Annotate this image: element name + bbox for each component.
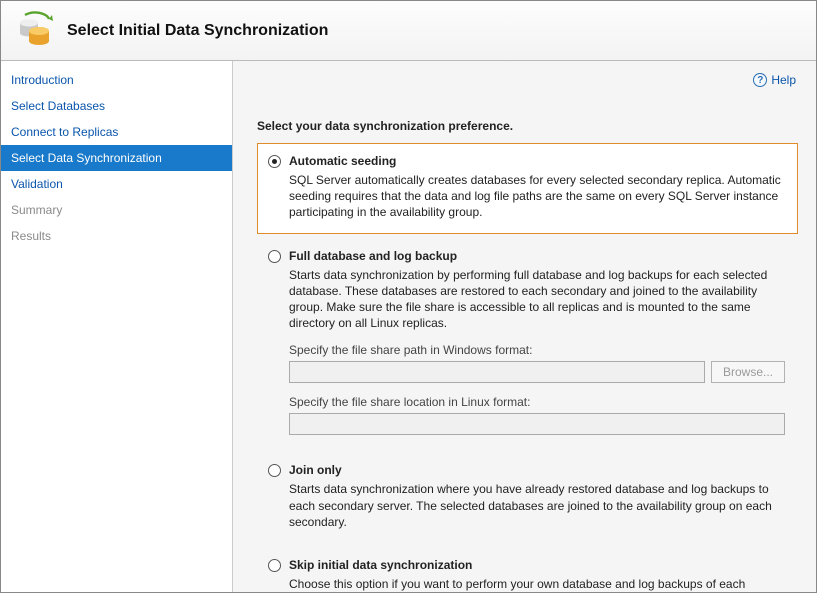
option-skip-sync: Skip initial data synchronization Choose… (257, 547, 798, 592)
linux-path-input[interactable] (289, 413, 785, 435)
help-link[interactable]: ? Help (753, 73, 796, 87)
step-validation[interactable]: Validation (1, 171, 232, 197)
database-sync-icon (15, 9, 55, 52)
option-automatic-seeding: Automatic seeding SQL Server automatical… (257, 143, 798, 234)
wizard-header: Select Initial Data Synchronization (1, 1, 816, 61)
help-label: Help (771, 73, 796, 87)
step-select-databases[interactable]: Select Databases (1, 93, 232, 119)
help-icon: ? (753, 73, 767, 87)
windows-path-input[interactable] (289, 361, 705, 383)
option-full-backup: Full database and log backup Starts data… (257, 238, 798, 449)
sync-preference-prompt: Select your data synchronization prefere… (257, 119, 798, 133)
step-summary: Summary (1, 197, 232, 223)
option-desc-join-only: Starts data synchronization where you ha… (289, 481, 785, 530)
browse-button[interactable]: Browse... (711, 361, 785, 383)
option-title-full-backup[interactable]: Full database and log backup (289, 249, 457, 263)
radio-join-only[interactable] (268, 464, 281, 477)
radio-full-backup[interactable] (268, 250, 281, 263)
step-results: Results (1, 223, 232, 249)
step-select-data-synchronization[interactable]: Select Data Synchronization (1, 145, 232, 171)
option-desc-skip-sync: Choose this option if you want to perfor… (289, 576, 785, 592)
option-title-automatic-seeding[interactable]: Automatic seeding (289, 154, 396, 168)
main-panel: ? Help Select your data synchronization … (233, 61, 816, 592)
wizard-steps-sidebar: Introduction Select Databases Connect to… (1, 61, 233, 592)
option-join-only: Join only Starts data synchronization wh… (257, 452, 798, 543)
windows-path-label: Specify the file share path in Windows f… (289, 343, 785, 357)
linux-path-label: Specify the file share location in Linux… (289, 395, 785, 409)
step-introduction[interactable]: Introduction (1, 67, 232, 93)
step-connect-to-replicas[interactable]: Connect to Replicas (1, 119, 232, 145)
radio-automatic-seeding[interactable] (268, 155, 281, 168)
radio-skip-sync[interactable] (268, 559, 281, 572)
option-title-join-only[interactable]: Join only (289, 463, 342, 477)
page-title: Select Initial Data Synchronization (67, 22, 328, 40)
option-desc-full-backup: Starts data synchronization by performin… (289, 267, 785, 332)
option-desc-automatic-seeding: SQL Server automatically creates databas… (289, 172, 785, 221)
option-title-skip-sync[interactable]: Skip initial data synchronization (289, 558, 472, 572)
